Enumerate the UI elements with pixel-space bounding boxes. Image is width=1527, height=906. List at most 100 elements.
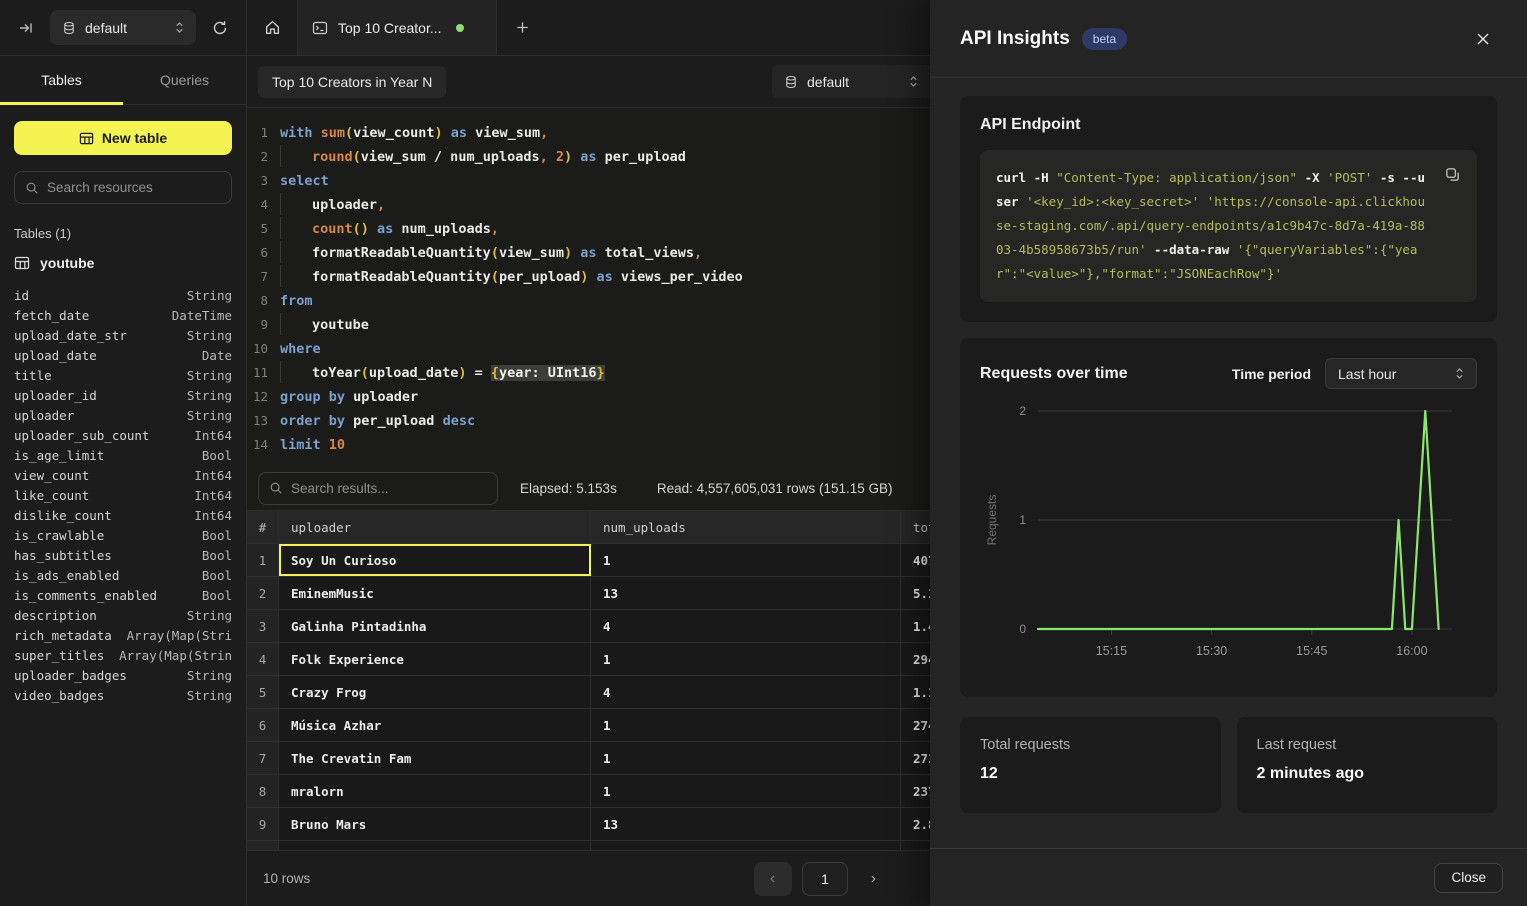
row-index-cell[interactable]: 7 (247, 742, 279, 774)
total-views-cell[interactable]: 1.1 (901, 676, 930, 708)
num-uploads-cell[interactable]: 1 (591, 742, 901, 774)
uploader-cell[interactable]: Folk Experience (279, 643, 591, 675)
code-line: 2round(view_sum / num_uploads, 2) as per… (247, 145, 930, 169)
row-index-cell[interactable]: 9 (247, 808, 279, 840)
column-type: String (187, 408, 232, 423)
new-table-button[interactable]: New table (14, 121, 232, 155)
table-grid-icon (79, 131, 94, 146)
results-search (258, 472, 498, 505)
requests-card: Requests over time Time period Last hour… (960, 338, 1497, 697)
line-number: 14 (247, 433, 280, 457)
app-window: default Tables Queries New table (0, 0, 1527, 906)
total-views-cell[interactable]: 274 (901, 709, 930, 741)
home-button[interactable] (247, 0, 297, 55)
uploader-cell[interactable]: Bruno Mars (279, 808, 591, 840)
column-header[interactable]: # (247, 511, 279, 543)
tab-tables[interactable]: Tables (0, 56, 123, 104)
copy-button[interactable] (1440, 162, 1465, 187)
table-row: 4Folk Experience1294 (247, 643, 930, 676)
num-uploads-cell[interactable]: 1 (591, 643, 901, 675)
uploader-cell[interactable]: EminemMusic (279, 577, 591, 609)
num-uploads-cell[interactable]: 1 (591, 544, 901, 576)
uploader-cell[interactable]: mralorn (279, 775, 591, 807)
total-views-cell[interactable]: 294 (901, 643, 930, 675)
uploader-cell[interactable]: Galinha Pintadinha (279, 610, 591, 642)
editor-database-selector[interactable]: default (772, 65, 930, 98)
search-icon (269, 481, 283, 495)
row-index-cell[interactable]: 4 (247, 643, 279, 675)
total-views-cell[interactable]: 237 (901, 775, 930, 807)
uploader-cell[interactable]: Música Azhar (279, 709, 591, 741)
code-content: formatReadableQuantity(per_upload) as vi… (280, 265, 743, 289)
column-row: fetch_dateDateTime (14, 305, 232, 325)
svg-text:2: 2 (1019, 404, 1026, 418)
refresh-button[interactable] (208, 16, 232, 40)
main-topbar: Top 10 Creator... (247, 0, 930, 56)
total-views-cell[interactable]: 5.1 (901, 577, 930, 609)
tab-queries[interactable]: Queries (123, 56, 246, 104)
column-name: id (14, 288, 29, 303)
table-row: 8mralorn1237 (247, 775, 930, 808)
panel-header: API Insights beta (930, 0, 1527, 78)
svg-text:15:45: 15:45 (1296, 644, 1327, 658)
database-selector[interactable]: default (50, 10, 196, 45)
column-row: uploader_idString (14, 385, 232, 405)
api-endpoint-title: API Endpoint (980, 116, 1477, 134)
chevron-updown-icon (1455, 366, 1464, 381)
code-content: select (280, 169, 329, 193)
code-content: toYear(upload_date) = {year: UInt16} (280, 361, 605, 385)
code-line: 6formatReadableQuantity(view_sum) as tot… (247, 241, 930, 265)
page-number-button[interactable]: 1 (802, 862, 848, 896)
column-header[interactable]: uploader (279, 511, 591, 543)
num-uploads-cell[interactable]: 4 (591, 610, 901, 642)
table-name: youtube (40, 255, 94, 271)
sidebar-topbar: default (0, 0, 246, 56)
total-views-cell[interactable]: 271 (901, 742, 930, 774)
sql-editor[interactable]: 1with sum(view_count) as view_sum,2round… (247, 108, 930, 466)
close-button[interactable]: Close (1434, 863, 1503, 893)
total-requests-label: Total requests (980, 737, 1201, 753)
code-line: 14limit 10 (247, 433, 930, 457)
uploader-cell[interactable]: The Crevatin Fam (279, 742, 591, 774)
svg-text:1: 1 (1019, 513, 1026, 527)
code-line: 10where (247, 337, 930, 361)
column-row: dislike_countInt64 (14, 505, 232, 525)
num-uploads-cell[interactable]: 1 (591, 709, 901, 741)
new-tab-button[interactable] (497, 0, 547, 55)
uploader-cell[interactable]: Soy Un Curioso (279, 544, 591, 576)
results-search-input[interactable] (291, 481, 487, 496)
time-period-value: Last hour (1338, 366, 1455, 382)
panel-close-button[interactable] (1469, 25, 1497, 53)
next-page-button[interactable] (858, 862, 888, 896)
code-line: 11toYear(upload_date) = {year: UInt16} (247, 361, 930, 385)
resource-search-input[interactable] (47, 180, 221, 195)
query-title-button[interactable]: Top 10 Creators in Year N (258, 66, 446, 98)
total-views-cell[interactable]: 407 (901, 544, 930, 576)
row-index-cell[interactable]: 2 (247, 577, 279, 609)
line-number: 3 (247, 169, 280, 193)
column-header[interactable]: tot (901, 511, 930, 543)
num-uploads-cell[interactable]: 13 (591, 577, 901, 609)
svg-text:Requests: Requests (985, 495, 999, 546)
row-index-cell[interactable]: 8 (247, 775, 279, 807)
requests-title: Requests over time (980, 365, 1128, 383)
row-index-cell[interactable]: 5 (247, 676, 279, 708)
row-index-cell[interactable]: 1 (247, 544, 279, 576)
read-stat: Read: 4,557,605,031 rows (151.15 GB) (657, 481, 893, 496)
row-index-cell[interactable]: 6 (247, 709, 279, 741)
num-uploads-cell[interactable]: 4 (591, 676, 901, 708)
collapse-sidebar-button[interactable] (14, 16, 38, 40)
time-period-select[interactable]: Last hour (1325, 358, 1477, 389)
line-number: 5 (247, 217, 280, 241)
row-index-cell[interactable]: 3 (247, 610, 279, 642)
num-uploads-cell[interactable]: 13 (591, 808, 901, 840)
num-uploads-cell[interactable]: 1 (591, 775, 901, 807)
total-views-cell[interactable]: 2.8 (901, 808, 930, 840)
prev-page-button[interactable] (754, 862, 792, 896)
code-line: 8from (247, 289, 930, 313)
table-entry-youtube[interactable]: youtube (14, 255, 232, 271)
total-views-cell[interactable]: 1.4 (901, 610, 930, 642)
column-header[interactable]: num_uploads (591, 511, 901, 543)
query-tab[interactable]: Top 10 Creator... (297, 0, 497, 55)
uploader-cell[interactable]: Crazy Frog (279, 676, 591, 708)
